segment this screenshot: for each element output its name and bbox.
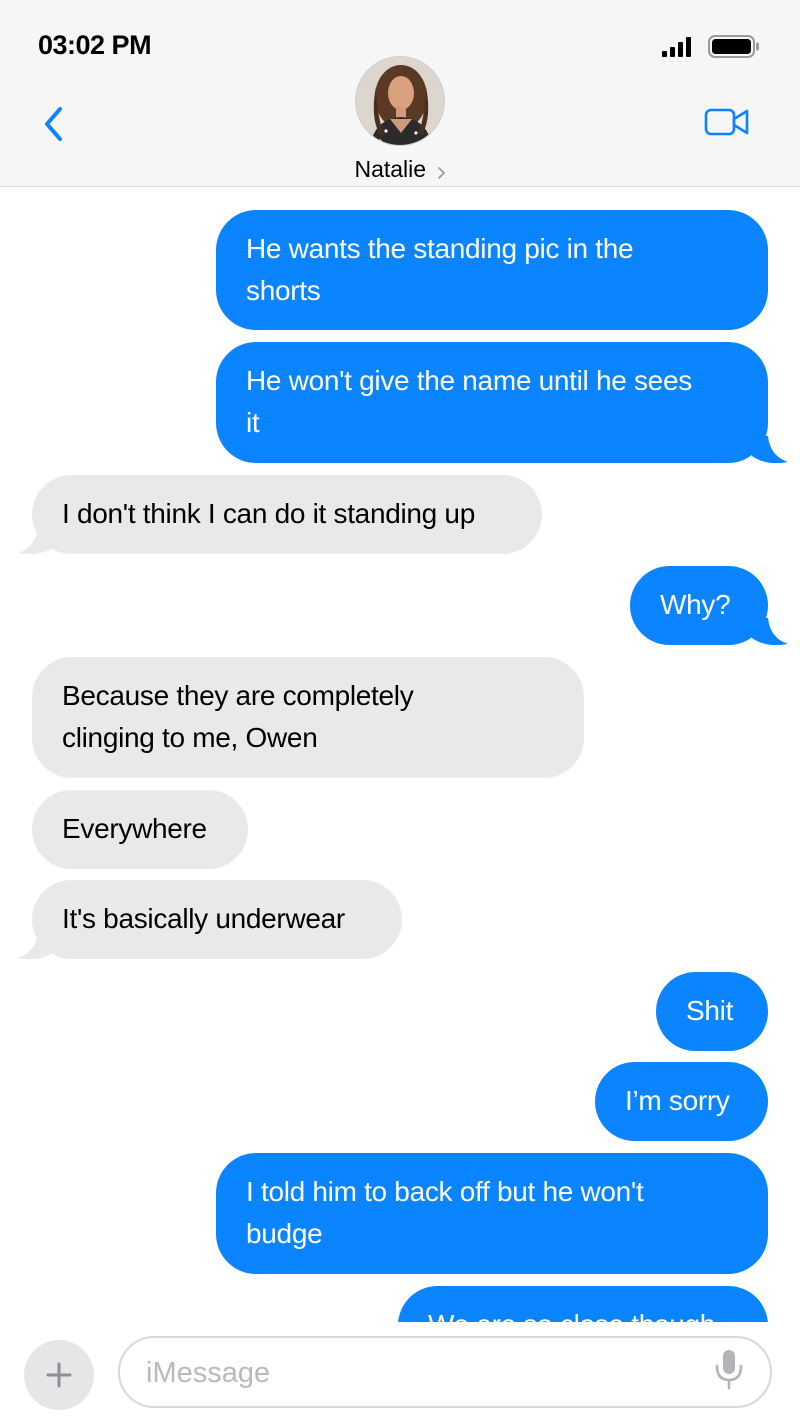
contact-avatar[interactable] <box>355 56 445 146</box>
incoming-bubble-tail <box>18 527 54 555</box>
contact-name: Natalie <box>354 156 427 182</box>
message-line: I’m sorry <box>625 1085 730 1116</box>
dictation-button[interactable] <box>712 1346 746 1392</box>
avatar-photo <box>356 57 444 145</box>
message-line: He won't give the name until he sees <box>246 365 692 396</box>
status-time: 03:02 PM <box>38 30 152 60</box>
message-line: I told him to back off but he won't <box>246 1176 644 1207</box>
message-line: Because they are completely <box>62 680 414 711</box>
battery-icon <box>708 35 759 58</box>
incoming-message-bubble[interactable]: Everywhere <box>32 790 248 869</box>
message-line: budge <box>246 1218 323 1249</box>
conversation-header: 03:02 PM Natalie <box>0 0 800 187</box>
incoming-message-bubble[interactable]: It's basically underwear <box>32 880 402 959</box>
imessage-input[interactable] <box>146 1352 706 1394</box>
outgoing-message-bubble[interactable]: I told him to back off but he won't budg… <box>216 1153 768 1274</box>
outgoing-message-bubble[interactable]: He won't give the name until he sees it <box>216 342 768 463</box>
message-line: Shit <box>686 995 734 1026</box>
outgoing-message-bubble[interactable]: I’m sorry <box>595 1062 768 1141</box>
incoming-bubble-tail <box>18 932 54 960</box>
plus-icon <box>46 1362 72 1388</box>
outgoing-bubble-tail <box>752 436 788 464</box>
incoming-message-bubble[interactable]: Because they are completely clinging to … <box>32 657 584 778</box>
message-composer <box>0 1322 800 1422</box>
microphone-icon <box>715 1350 743 1390</box>
outgoing-message-bubble[interactable]: He wants the standing pic in the shorts <box>216 210 768 330</box>
message-line: Why? <box>660 589 731 620</box>
message-line: shorts <box>246 275 321 306</box>
video-camera-icon <box>704 108 749 136</box>
outgoing-message-bubble[interactable]: We are so close though <box>398 1286 768 1322</box>
message-list[interactable]: He wants the standing pic in the shorts … <box>0 188 800 1322</box>
message-line: Everywhere <box>62 813 207 844</box>
incoming-message-bubble[interactable]: I don't think I can do it standing up <box>32 475 542 554</box>
outgoing-message-bubble[interactable]: Why? <box>630 566 768 645</box>
chevron-right-icon <box>437 166 445 179</box>
imessage-input-container <box>118 1336 772 1408</box>
outgoing-message-bubble[interactable]: Shit <box>656 972 768 1051</box>
message-line: clinging to me, Owen <box>62 722 318 753</box>
message-line: We are so close though <box>428 1304 738 1322</box>
message-line: I don't think I can do it standing up <box>62 498 475 529</box>
add-attachment-button[interactable] <box>24 1340 94 1410</box>
back-button[interactable] <box>38 104 74 144</box>
message-line: it <box>246 407 260 438</box>
cellular-signal-icon <box>662 37 692 57</box>
outgoing-bubble-tail <box>752 618 788 646</box>
message-line: He wants the standing pic in the <box>246 233 634 264</box>
contact-name-button[interactable]: Natalie <box>0 156 800 183</box>
message-line: It's basically underwear <box>62 903 345 934</box>
chevron-left-icon <box>45 107 62 141</box>
video-call-button[interactable] <box>704 106 750 138</box>
